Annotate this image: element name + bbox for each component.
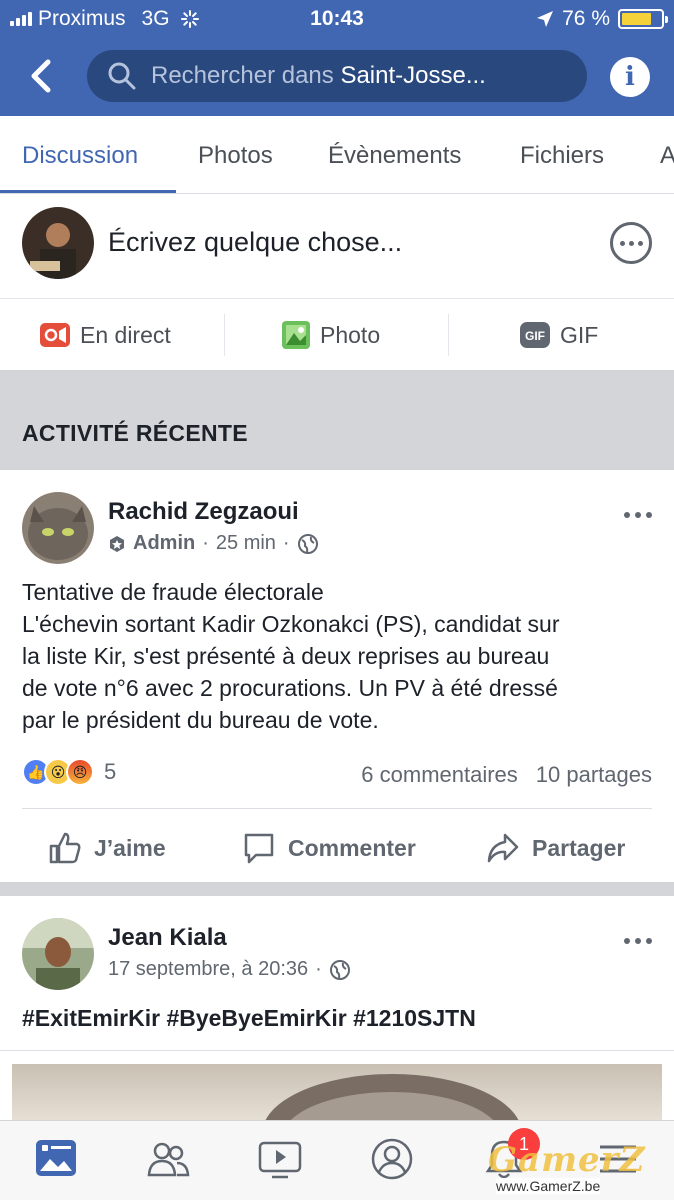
- author-avatar[interactable]: [22, 918, 94, 990]
- post-card: Rachid Zegzaoui Admin · 25 min · Tentati…: [0, 470, 674, 882]
- post-menu-icon[interactable]: [624, 512, 652, 518]
- live-video-button[interactable]: En direct: [40, 300, 171, 370]
- comment-label: Commenter: [288, 834, 416, 861]
- tab-files[interactable]: Fichiers: [520, 142, 604, 170]
- thumbs-up-icon: [49, 832, 81, 864]
- comment-icon: [244, 833, 274, 864]
- watermark: GamerZ www.GamerZ.be: [488, 1140, 668, 1196]
- battery-percent: 76 %: [562, 7, 610, 30]
- post-author[interactable]: Jean Kiala: [108, 924, 227, 952]
- info-icon[interactable]: i: [610, 57, 650, 97]
- post-meta: 17 septembre, à 20:36 ·: [108, 958, 351, 981]
- photo-button[interactable]: Photo: [282, 300, 380, 370]
- post-line: par le président du bureau de vote.: [22, 707, 379, 733]
- news-feed-icon[interactable]: [34, 1137, 78, 1181]
- post-author[interactable]: Rachid Zegzaoui: [108, 498, 299, 526]
- user-avatar[interactable]: [22, 207, 94, 279]
- search-input[interactable]: Rechercher dans Saint-Josse...: [87, 50, 587, 102]
- comment-button[interactable]: Commenter: [242, 820, 416, 876]
- section-title: ACTIVITÉ RÉCENTE: [22, 420, 248, 446]
- gif-button[interactable]: GIF GIF: [520, 300, 598, 370]
- admin-label: Admin: [133, 532, 196, 554]
- composer: Écrivez quelque chose...: [0, 195, 674, 299]
- watermark-url: www.GamerZ.be: [496, 1178, 601, 1194]
- active-tab-indicator: [0, 190, 176, 193]
- share-button[interactable]: Partager: [486, 820, 625, 876]
- globe-icon: [329, 959, 350, 980]
- post-time: 25 min: [215, 532, 276, 554]
- tab-events[interactable]: Évènements: [328, 142, 461, 170]
- photo-label: Photo: [320, 321, 381, 348]
- watermark-logo: GamerZ: [488, 1140, 646, 1180]
- watch-video-icon[interactable]: [258, 1137, 302, 1181]
- gif-label: GIF: [560, 321, 599, 348]
- battery-icon: [618, 9, 668, 29]
- reaction-count: 5: [104, 759, 117, 784]
- tab-more[interactable]: A: [660, 142, 674, 170]
- live-video-icon: [40, 323, 70, 347]
- location-arrow-icon: [537, 11, 554, 27]
- post-text: Tentative de fraude électorale L'échevin…: [22, 576, 652, 736]
- post-meta: Admin · 25 min ·: [108, 532, 319, 555]
- status-bar: Proximus 3G 10:43 76 %: [0, 0, 674, 38]
- feed-separator: [0, 882, 674, 896]
- share-arrow-icon: [487, 833, 519, 863]
- back-arrow-icon[interactable]: [22, 56, 62, 96]
- post-time: 17 septembre, à 20:36: [108, 958, 309, 980]
- divider: [224, 314, 225, 356]
- admin-badge-icon: [110, 535, 124, 552]
- divider: [22, 808, 652, 809]
- comments-count[interactable]: 6 commentaires: [361, 762, 518, 788]
- search-icon: [108, 62, 136, 90]
- shares-count[interactable]: 10 partages: [536, 762, 652, 788]
- post-line: la liste Kir, s'est présenté à deux repr…: [22, 643, 550, 669]
- group-tabs: Discussion Photos Évènements Fichiers A: [0, 116, 674, 194]
- photo-icon: [282, 321, 310, 349]
- profile-icon[interactable]: [370, 1137, 414, 1181]
- like-label: J’aime: [94, 834, 166, 861]
- tab-discussion[interactable]: Discussion: [22, 142, 138, 170]
- tab-photos[interactable]: Photos: [198, 142, 273, 170]
- gif-icon: GIF: [520, 322, 550, 348]
- recent-activity-header: ACTIVITÉ RÉCENTE: [0, 370, 674, 470]
- post-actions: J’aime Commenter Partager: [0, 820, 674, 876]
- post-line: L'échevin sortant Kadir Ozkonakci (PS), …: [22, 611, 560, 637]
- post-line: de vote n°6 avec 2 procurations. Un PV à…: [22, 675, 558, 701]
- post-line: Tentative de fraude électorale: [22, 579, 324, 605]
- share-label: Partager: [532, 834, 626, 861]
- post-text: #ExitEmirKir #ByeByeEmirKir #1210SJTN: [22, 1005, 476, 1031]
- search-group-name: Saint-Josse...: [340, 62, 486, 89]
- groups-icon[interactable]: [146, 1137, 190, 1181]
- post-menu-icon[interactable]: [624, 938, 652, 944]
- author-avatar[interactable]: [22, 492, 94, 564]
- divider: [448, 314, 449, 356]
- svg-text:GIF: GIF: [525, 329, 545, 343]
- like-button[interactable]: J’aime: [48, 820, 166, 876]
- more-options-icon[interactable]: [610, 222, 652, 264]
- globe-icon: [297, 533, 318, 554]
- post-photo[interactable]: [12, 1064, 662, 1124]
- divider: [0, 1050, 674, 1051]
- live-label: En direct: [80, 321, 171, 348]
- angry-reaction-icon: 😠: [66, 758, 94, 786]
- reactions-summary[interactable]: 👍 😮 😠 5: [22, 758, 116, 786]
- engagement-counts: 6 commentaires 10 partages: [361, 762, 652, 788]
- composer-actions: En direct Photo GIF GIF: [0, 300, 674, 370]
- search-placeholder: Rechercher dans: [151, 62, 334, 89]
- composer-prompt[interactable]: Écrivez quelque chose...: [108, 227, 402, 258]
